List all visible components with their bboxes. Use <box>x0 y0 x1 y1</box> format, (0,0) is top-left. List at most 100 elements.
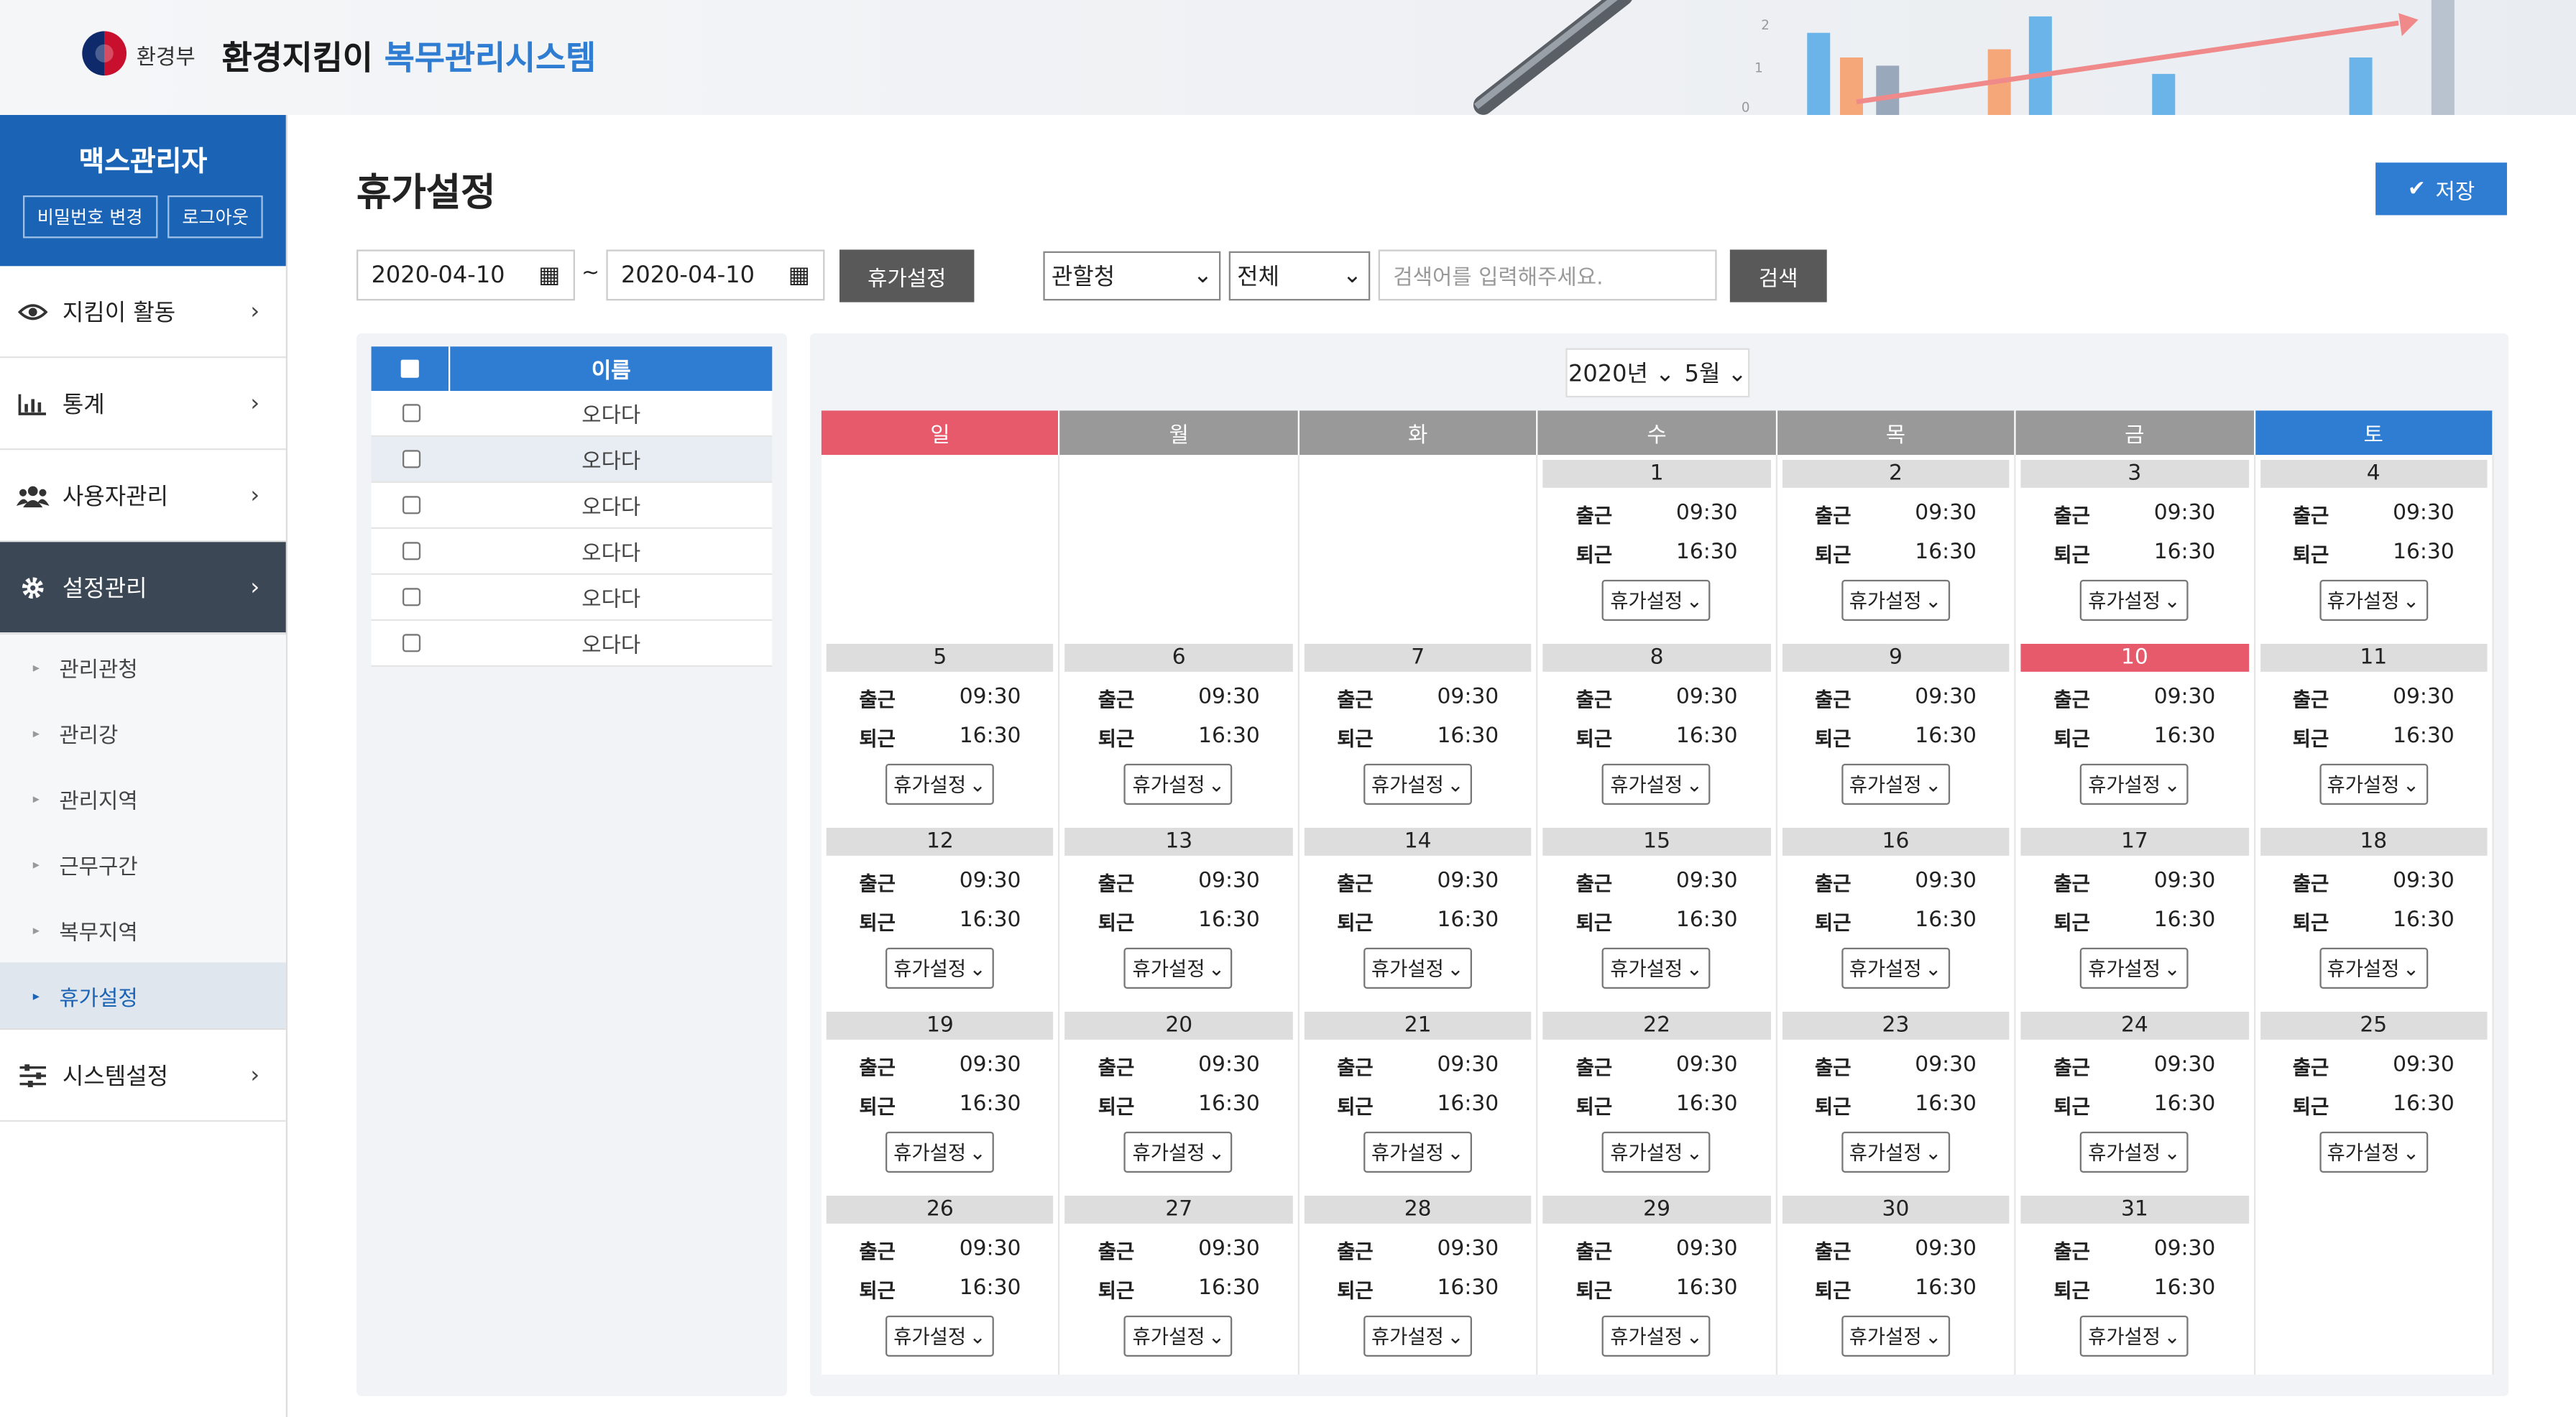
chevron-down-icon: ⌄ <box>1685 1140 1703 1164</box>
check-out-row: 퇴근 16:30 <box>1815 724 1977 752</box>
row-checkbox[interactable] <box>401 634 420 652</box>
change-password-button[interactable]: 비밀번호 변경 <box>22 195 158 239</box>
vacation-select[interactable]: 휴가설정 ⌄ <box>2319 1131 2428 1173</box>
calendar-week: 26 출근 09:30 퇴근 16:30 휴가설정 ⌄ 27 출근 09:30 퇴근 16:30 휴가설… <box>821 1191 2494 1375</box>
submenu-item[interactable]: ▸ 복무지역 <box>0 896 286 963</box>
calendar-day-cell: 29 출근 09:30 퇴근 16:30 휴가설정 ⌄ <box>1538 1191 1777 1375</box>
calendar-week: 5 출근 09:30 퇴근 16:30 휴가설정 ⌄ 6 출근 09:30 퇴근 16:30 휴가설정 ⌄… <box>821 639 2494 823</box>
vacation-select[interactable]: 휴가설정 ⌄ <box>1602 579 1711 621</box>
calendar-icon: ▦ <box>788 262 810 289</box>
weekday-label: 토 <box>2255 410 2494 456</box>
search-button[interactable]: 검색 <box>1729 249 1827 303</box>
calendar-day-cell: 26 출근 09:30 퇴근 16:30 휴가설정 ⌄ <box>821 1191 1061 1375</box>
sidebar-item-settings[interactable]: 설정관리 › <box>0 542 286 634</box>
table-row[interactable]: 오다다 <box>371 482 773 529</box>
day-number: 17 <box>2020 827 2249 856</box>
check-out-row: 퇴근 16:30 <box>2053 724 2215 752</box>
vacation-select[interactable]: 휴가설정 ⌄ <box>1602 1315 1711 1357</box>
check-out-row: 퇴근 16:30 <box>2053 1092 2215 1120</box>
submenu-item[interactable]: ▸ 근무구간 <box>0 831 286 897</box>
vacation-select[interactable]: 휴가설정 ⌄ <box>1841 947 1950 989</box>
vacation-select[interactable]: 휴가설정 ⌄ <box>1363 763 1472 805</box>
month-selector[interactable]: 2020년 ⌄ 5월 ⌄ <box>1565 348 1750 398</box>
vacation-select[interactable]: 휴가설정 ⌄ <box>885 1131 994 1173</box>
save-button[interactable]: ✔ 저장 <box>2375 162 2507 216</box>
row-checkbox[interactable] <box>401 404 420 423</box>
vacation-select[interactable]: 휴가설정 ⌄ <box>1602 947 1711 989</box>
check-in-time: 09:30 <box>1915 501 1977 526</box>
table-row[interactable]: 오다다 <box>371 620 773 667</box>
check-out-time: 16:30 <box>959 908 1021 933</box>
sidebar-item-system-settings[interactable]: 시스템설정 › <box>0 1030 286 1122</box>
vacation-select[interactable]: 휴가설정 ⌄ <box>1841 1131 1950 1173</box>
check-out-time: 16:30 <box>959 724 1021 749</box>
scope-select[interactable]: 전체 ⌄ <box>1228 251 1371 301</box>
vacation-select[interactable]: 휴가설정 ⌄ <box>2079 579 2189 621</box>
submenu-item-vacation[interactable]: ▸ 휴가설정 <box>0 962 286 1028</box>
sidebar-item-statistics[interactable]: 통계 › <box>0 358 286 451</box>
vacation-select[interactable]: 휴가설정 ⌄ <box>1841 579 1950 621</box>
vacation-select[interactable]: 휴가설정 ⌄ <box>1841 763 1950 805</box>
vacation-select[interactable]: 휴가설정 ⌄ <box>2319 947 2428 989</box>
ministry-name: 환경부 <box>136 45 196 71</box>
row-name: 오다다 <box>581 634 641 659</box>
vacation-select[interactable]: 휴가설정 ⌄ <box>2079 763 2189 805</box>
calendar-day-cell: 5 출근 09:30 퇴근 16:30 휴가설정 ⌄ <box>821 639 1061 823</box>
table-row[interactable]: 오다다 <box>371 574 773 621</box>
vacation-select[interactable]: 휴가설정 ⌄ <box>885 947 994 989</box>
table-row[interactable]: 오다다 <box>371 390 773 437</box>
submenu-item[interactable]: ▸ 관리관청 <box>0 634 286 700</box>
check-in-label: 출근 <box>1814 1056 1852 1079</box>
vacation-select[interactable]: 휴가설정 ⌄ <box>1124 947 1233 989</box>
row-checkbox[interactable] <box>401 542 420 560</box>
date-from-field[interactable]: 2020-04-10 ▦ <box>356 249 575 301</box>
check-in-row: 출근 09:30 <box>2053 1237 2215 1265</box>
check-out-row: 퇴근 16:30 <box>859 1092 1021 1120</box>
row-checkbox[interactable] <box>401 496 420 514</box>
sidebar-item-users[interactable]: 사용자관리 › <box>0 450 286 543</box>
day-number: 4 <box>2260 459 2488 488</box>
check-out-time: 16:30 <box>1437 1091 1499 1117</box>
vacation-select[interactable]: 휴가설정 ⌄ <box>2079 947 2189 989</box>
vacation-select[interactable]: 휴가설정 ⌄ <box>885 763 994 805</box>
vacation-select[interactable]: 휴가설정 ⌄ <box>1841 1315 1950 1357</box>
submenu-item[interactable]: ▸ 관리지역 <box>0 765 286 831</box>
vacation-select[interactable]: 휴가설정 ⌄ <box>2079 1315 2189 1357</box>
date-to-field[interactable]: 2020-04-10 ▦ <box>606 249 825 301</box>
vacation-select[interactable]: 휴가설정 ⌄ <box>885 1315 994 1357</box>
sidebar-item-activity[interactable]: 지킴이 활동 › <box>0 266 286 359</box>
bullet-icon: ▸ <box>32 856 40 872</box>
vacation-select[interactable]: 휴가설정 ⌄ <box>2079 1131 2189 1173</box>
app-title[interactable]: 환경지킴이 복무관리시스템 <box>222 31 597 78</box>
table-row[interactable]: 오다다 <box>371 528 773 575</box>
check-out-label: 퇴근 <box>2053 911 2090 935</box>
calendar-day-cell: 6 출근 09:30 퇴근 16:30 휴가설정 ⌄ <box>1060 639 1300 823</box>
vacation-select[interactable]: 휴가설정 ⌄ <box>1363 1131 1472 1173</box>
office-select[interactable]: 관할청 ⌄ <box>1043 251 1221 301</box>
submenu-item[interactable]: ▸ 관리강 <box>0 699 286 766</box>
check-out-time: 16:30 <box>2393 908 2455 933</box>
vacation-select[interactable]: 휴가설정 ⌄ <box>1124 1315 1233 1357</box>
vacation-select[interactable]: 휴가설정 ⌄ <box>1124 763 1233 805</box>
vacation-select[interactable]: 휴가설정 ⌄ <box>1602 1131 1711 1173</box>
table-row[interactable]: 오다다 <box>371 436 773 483</box>
month-select[interactable]: 5월 ⌄ <box>1685 356 1747 389</box>
select-all-checkbox[interactable] <box>400 359 419 378</box>
vacation-select[interactable]: 휴가설정 ⌄ <box>1363 947 1472 989</box>
vacation-select[interactable]: 휴가설정 ⌄ <box>1363 1315 1472 1357</box>
vacation-select[interactable]: 휴가설정 ⌄ <box>1124 1131 1233 1173</box>
apply-vacation-button[interactable]: 휴가설정 <box>839 249 975 303</box>
search-input[interactable]: 검색어를 입력해주세요. <box>1378 249 1717 301</box>
vacation-select[interactable]: 휴가설정 ⌄ <box>1602 763 1711 805</box>
calendar-day-cell: 14 출근 09:30 퇴근 16:30 휴가설정 ⌄ <box>1299 823 1539 1007</box>
check-out-time: 16:30 <box>2153 1091 2216 1117</box>
row-checkbox[interactable] <box>401 588 420 606</box>
vacation-select[interactable]: 휴가설정 ⌄ <box>2319 579 2428 621</box>
check-in-row: 출근 09:30 <box>859 685 1021 713</box>
logout-button[interactable]: 로그아웃 <box>167 195 264 239</box>
row-checkbox[interactable] <box>401 450 420 469</box>
sidebar-item-label: 사용자관리 <box>62 484 169 510</box>
vacation-select[interactable]: 휴가설정 ⌄ <box>2319 763 2428 805</box>
year-select[interactable]: 2020년 ⌄ <box>1568 356 1675 389</box>
weekday-label: 월 <box>1060 410 1300 456</box>
